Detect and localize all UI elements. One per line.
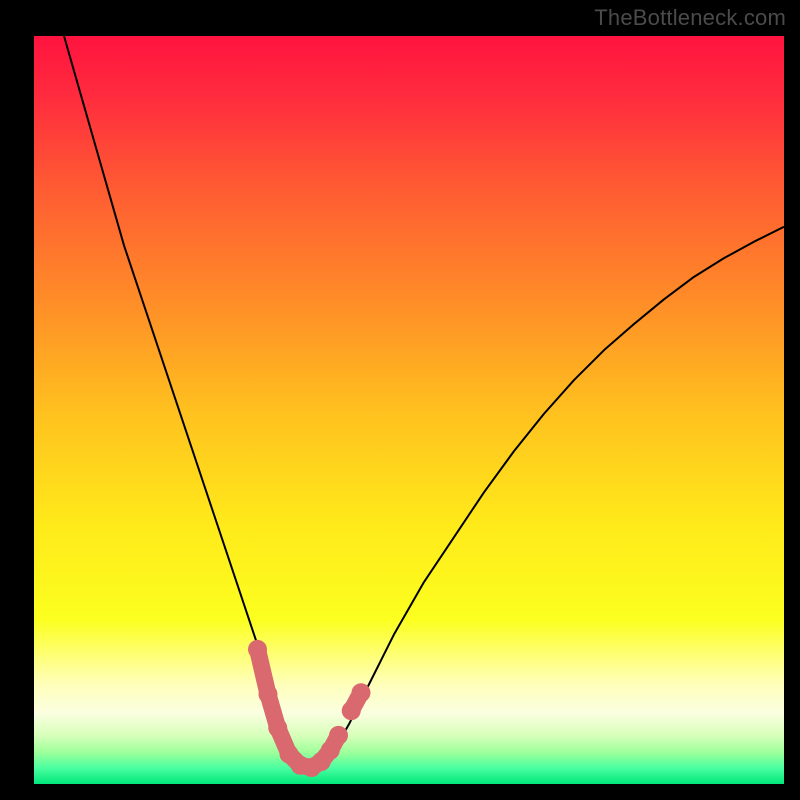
highlight-point <box>352 683 371 702</box>
highlight-point <box>248 640 267 659</box>
bottleneck-curve <box>64 36 784 769</box>
highlight-point <box>329 726 348 745</box>
chart-frame: TheBottleneck.com <box>0 0 800 800</box>
highlight-point <box>259 685 278 704</box>
watermark-text: TheBottleneck.com <box>594 5 786 31</box>
highlight-point <box>342 701 361 720</box>
curve-layer <box>34 36 784 784</box>
plot-area <box>34 36 784 784</box>
highlight-point <box>268 718 287 737</box>
